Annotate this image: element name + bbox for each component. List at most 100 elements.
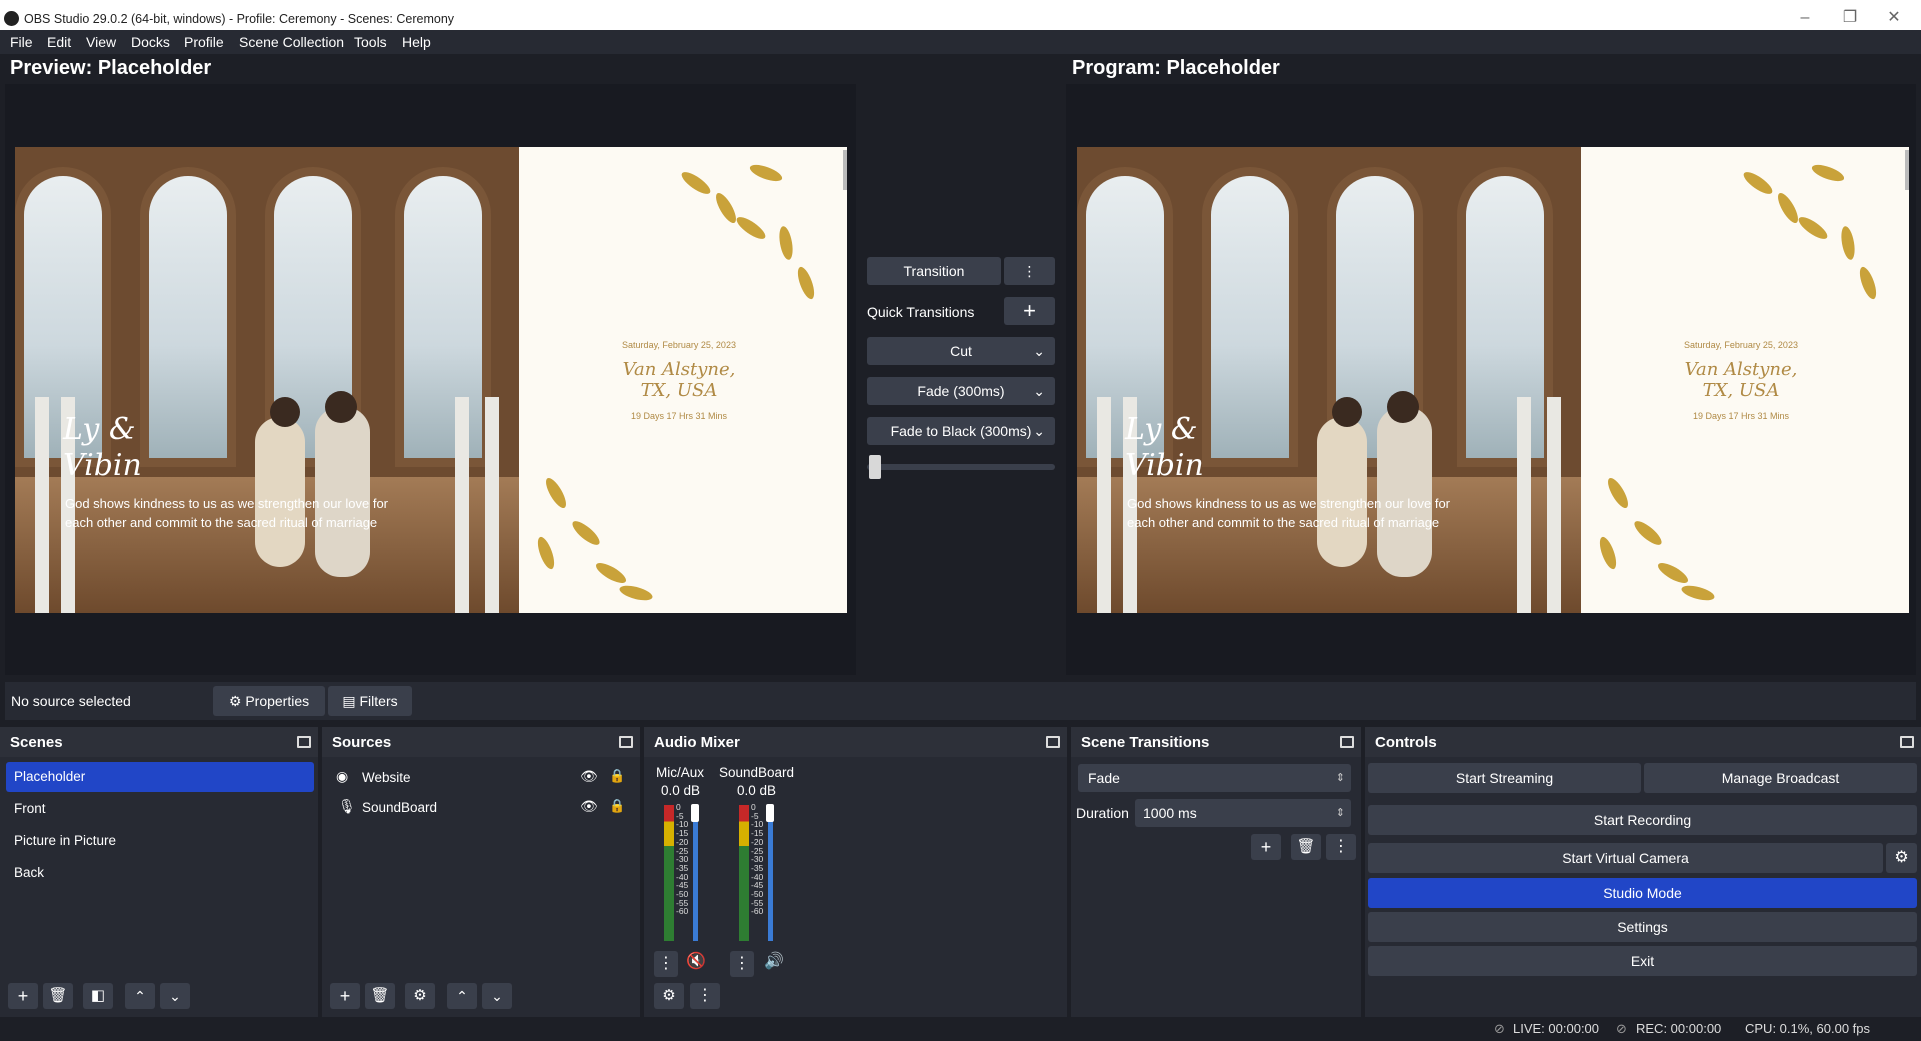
soundboard-menu-button[interactable]: ⋮ [730, 951, 754, 977]
menu-edit[interactable]: Edit [47, 34, 71, 50]
start-recording-button[interactable]: Start Recording [1368, 805, 1917, 835]
undock-icon[interactable] [1340, 736, 1354, 748]
filters-button[interactable]: ▤ Filters [328, 686, 412, 716]
volume-fader-handle-soundboard[interactable] [766, 804, 774, 822]
move-scene-up-button[interactable]: ⌃ [125, 983, 155, 1009]
channel-level-soundboard: 0.0 dB [737, 783, 777, 798]
tbar-slider[interactable] [867, 464, 1055, 470]
studio-mode-button[interactable]: Studio Mode [1368, 878, 1917, 908]
volume-fader-handle-mic[interactable] [691, 804, 699, 822]
invitation-card: Saturday, February 25, 2023 Van Alstyne,… [519, 147, 847, 613]
preview-canvas[interactable]: Ly & Vibin God shows kindness to us as w… [5, 84, 856, 675]
speaker-icon[interactable]: 🔊 [764, 951, 784, 971]
duration-spinbox[interactable]: 1000 ms ⇕ [1135, 799, 1351, 827]
quick-transition-fade-black[interactable]: Fade to Black (300ms) ⌄ [867, 417, 1055, 445]
transition-button[interactable]: Transition [867, 257, 1001, 285]
move-source-down-button[interactable]: ⌄ [482, 983, 512, 1009]
lock-icon[interactable]: 🔒 [609, 798, 625, 814]
live-status: LIVE: 00:00:00 [1513, 1021, 1600, 1036]
filter-icon: ▤ [342, 693, 356, 709]
program-frame: Ly & Vibin God shows kindness to us as w… [1077, 147, 1909, 613]
manage-broadcast-button[interactable]: Manage Broadcast [1644, 763, 1917, 793]
volume-fader-mic[interactable] [693, 811, 698, 941]
source-toolbar: No source selected ⚙ Properties ▤ Filter… [5, 682, 1916, 720]
source-item-label: Website [362, 770, 411, 785]
gear-icon: ⚙ [228, 693, 242, 709]
move-scene-down-button[interactable]: ⌄ [160, 983, 190, 1009]
transition-more-button[interactable]: ⋮ [1004, 257, 1055, 285]
add-source-button[interactable]: + [330, 983, 360, 1009]
audio-mixer-dock: Audio Mixer Mic/Aux 0.0 dB 0 -5 -10 -15 -20-… [644, 727, 1067, 1017]
quick-transition-cut[interactable]: Cut ⌄ [867, 337, 1055, 365]
program-scrollbar[interactable] [1905, 150, 1909, 190]
menu-file[interactable]: File [10, 34, 33, 50]
undock-icon[interactable] [619, 736, 633, 748]
no-source-label: No source selected [11, 693, 131, 709]
menu-bar: File Edit View Docks Profile Scene Colle… [0, 30, 1921, 54]
add-quick-transition-button[interactable]: + [1004, 297, 1055, 325]
program-title: Program: Placeholder [1072, 57, 1280, 79]
minimize-icon[interactable]: – [1793, 8, 1817, 28]
remove-scene-button[interactable]: 🗑 [43, 983, 73, 1009]
virtual-camera-settings-button[interactable]: ⚙ [1886, 843, 1917, 873]
duration-value: 1000 ms [1143, 805, 1197, 821]
add-transition-button[interactable]: + [1251, 834, 1281, 860]
menu-scene-collection[interactable]: Scene Collection [239, 34, 344, 50]
transition-panel: Transition ⋮ Quick Transitions + Cut ⌄ Fa… [856, 84, 1066, 675]
transition-properties-button[interactable]: ⋮ [1326, 834, 1356, 860]
channel-name-mic: Mic/Aux [656, 765, 705, 780]
undock-icon[interactable] [1046, 736, 1060, 748]
menu-profile[interactable]: Profile [184, 34, 224, 50]
move-source-up-button[interactable]: ⌃ [447, 983, 477, 1009]
transition-select[interactable]: Fade ⇕ [1078, 764, 1351, 792]
card-location-2: TX, USA [640, 380, 718, 401]
controls-dock: Controls Start Streaming Manage Broadcas… [1365, 727, 1921, 1017]
add-scene-button[interactable]: + [8, 983, 38, 1009]
preview-scrollbar[interactable] [843, 150, 847, 190]
eye-icon[interactable]: 👁 [580, 798, 598, 815]
start-virtual-camera-button[interactable]: Start Virtual Camera [1368, 843, 1883, 873]
advanced-audio-properties-button[interactable]: ⚙ [654, 983, 684, 1009]
scene-item-back[interactable]: Back [6, 858, 314, 888]
quick-transition-fade[interactable]: Fade (300ms) ⌄ [867, 377, 1055, 405]
settings-button[interactable]: Settings [1368, 912, 1917, 942]
undock-icon[interactable] [297, 736, 311, 748]
tbar-handle[interactable] [869, 455, 881, 479]
source-properties-button[interactable]: ⚙ [405, 983, 435, 1009]
undock-icon[interactable] [1900, 736, 1914, 748]
controls-title: Controls [1375, 734, 1437, 751]
eye-icon[interactable]: 👁 [580, 768, 598, 785]
menu-help[interactable]: Help [402, 34, 431, 50]
volume-meter-mic [664, 805, 674, 941]
muted-speaker-icon[interactable]: 🔇 [686, 951, 706, 971]
remove-transition-button[interactable]: 🗑 [1291, 834, 1321, 860]
source-item-website[interactable]: ◉ Website 👁 🔒 [326, 764, 636, 792]
scene-filters-button[interactable]: ◧ [83, 983, 113, 1009]
properties-button[interactable]: ⚙ Properties [213, 686, 325, 716]
remove-source-button[interactable]: 🗑 [365, 983, 395, 1009]
scene-item-placeholder[interactable]: Placeholder [6, 762, 314, 792]
menu-view[interactable]: View [86, 34, 116, 50]
audio-mixer-header: Audio Mixer [644, 727, 1067, 757]
scene-item-label: Placeholder [14, 769, 86, 784]
source-item-soundboard[interactable]: 🎙 SoundBoard 👁 🔒 [326, 794, 636, 822]
close-icon[interactable]: ✕ [1882, 8, 1906, 28]
scenes-header: Scenes [0, 727, 318, 757]
lock-icon[interactable]: 🔒 [609, 768, 625, 784]
chevron-down-icon: ⌄ [1033, 383, 1045, 399]
start-streaming-button[interactable]: Start Streaming [1368, 763, 1641, 793]
scene-item-picture-in-picture[interactable]: Picture in Picture [6, 826, 314, 856]
mic-menu-button[interactable]: ⋮ [654, 951, 678, 977]
mixer-menu-button[interactable]: ⋮ [690, 983, 720, 1009]
menu-tools[interactable]: Tools [354, 34, 387, 50]
menu-docks[interactable]: Docks [131, 34, 170, 50]
restore-icon[interactable]: ❐ [1838, 8, 1862, 28]
exit-button[interactable]: Exit [1368, 946, 1917, 976]
card-quote: God shows kindness to us as we strengthe… [1127, 496, 1451, 530]
filters-label: Filters [359, 693, 398, 709]
scene-item-front[interactable]: Front [6, 794, 314, 824]
volume-fader-soundboard[interactable] [768, 811, 773, 941]
quick-transition-fade-label: Fade (300ms) [917, 383, 1005, 399]
microphone-icon: 🎙 [338, 798, 356, 814]
gear-icon: ⚙ [1894, 849, 1909, 866]
